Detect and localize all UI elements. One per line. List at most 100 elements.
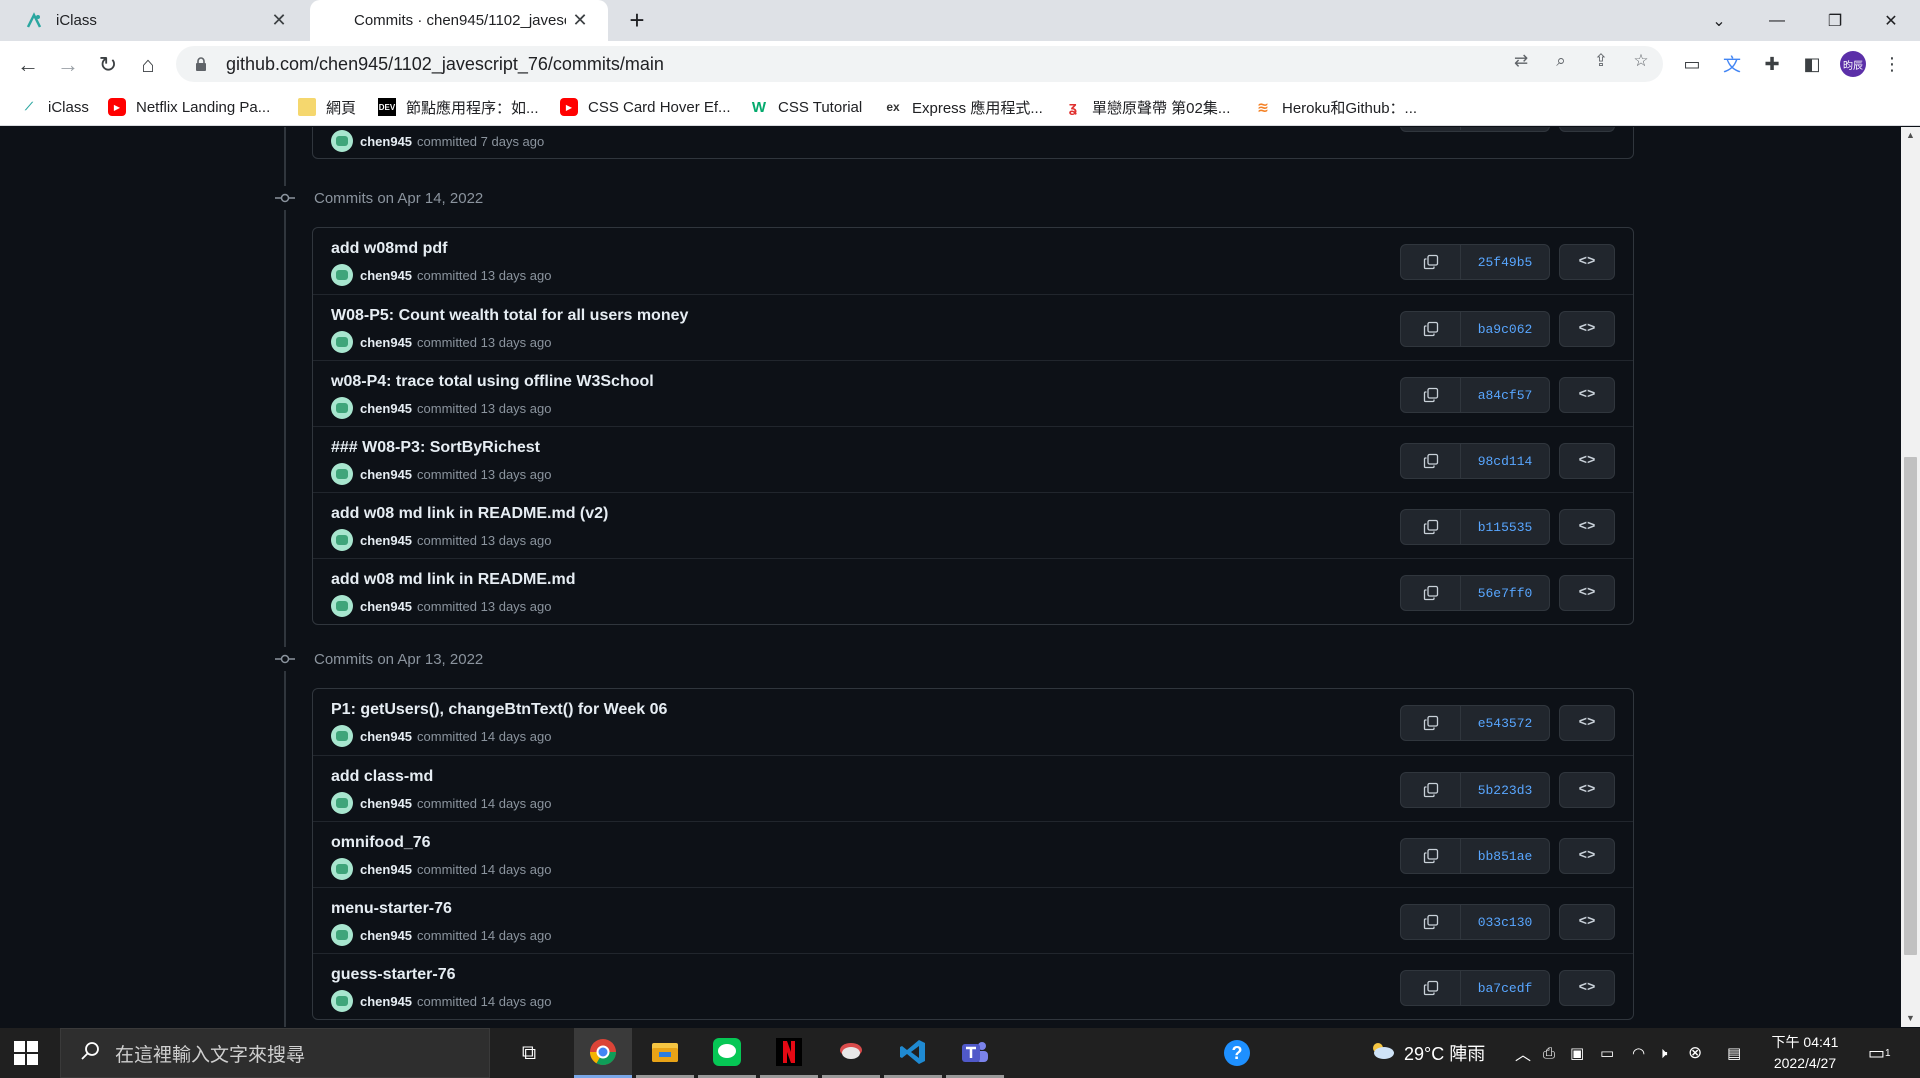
commit-message[interactable]: menu-starter-76 <box>331 900 452 918</box>
copy-icon[interactable] <box>1401 971 1461 1005</box>
bookmark-item[interactable]: ▶ Netflix Landing Pa... <box>108 96 270 118</box>
page-scrollbar[interactable]: ▲ ▼ <box>1901 127 1920 1027</box>
file-explorer-icon[interactable] <box>636 1028 694 1078</box>
browse-repo-button[interactable]: <> <box>1559 772 1615 808</box>
commit-sha-link[interactable]: ba9c062 <box>1461 312 1549 346</box>
copy-icon[interactable] <box>1401 510 1461 544</box>
copy-icon[interactable] <box>1401 312 1461 346</box>
avatar[interactable] <box>331 331 353 353</box>
meet-icon[interactable]: ⎙ <box>1543 1028 1555 1078</box>
bookmark-item[interactable]: 網頁 <box>298 96 356 118</box>
bookmark-item[interactable]: ≋ Heroku和Github：... <box>1254 96 1417 118</box>
commit-sha-link[interactable]: 98cd114 <box>1461 444 1549 478</box>
tab-commits[interactable]: Commits · chen945/1102_javescript_76 ✕ <box>310 0 608 41</box>
copy-icon[interactable] <box>1401 444 1461 478</box>
bookmark-item[interactable]: ʓ 單戀原聲帶 第02集... <box>1064 96 1230 118</box>
browse-repo-button[interactable]: <> <box>1559 443 1615 479</box>
app-icon[interactable] <box>822 1028 880 1078</box>
author-name[interactable]: chen945 <box>360 994 412 1009</box>
ime-icon[interactable]: ▤ <box>1727 1028 1741 1078</box>
browse-repo-button[interactable]: <> <box>1559 509 1615 545</box>
avatar[interactable] <box>331 529 353 551</box>
browse-repo-button[interactable]: <> <box>1559 705 1615 741</box>
back-icon[interactable]: ← <box>12 49 44 81</box>
scroll-down-arrow[interactable]: ▼ <box>1901 1010 1920 1027</box>
bookmark-item[interactable]: ⟋ iClass <box>20 96 89 118</box>
side-panel-icon[interactable]: ◧ <box>1800 52 1824 76</box>
new-tab-button[interactable]: + <box>622 5 652 35</box>
commit-row[interactable]: add w08md pdf chen945 committed 13 days ag… <box>313 228 1633 294</box>
tray-chevron-icon[interactable]: ︿ <box>1515 1028 1531 1078</box>
avatar[interactable] <box>331 990 353 1012</box>
author-name[interactable]: chen945 <box>360 533 412 548</box>
author-name[interactable]: chen945 <box>360 729 412 744</box>
help-icon[interactable]: ? <box>1208 1028 1266 1078</box>
commit-message[interactable]: add w08 md link in README.md (v2) <box>331 505 608 523</box>
commit-message[interactable]: w08-P4: trace total using offline W3Scho… <box>331 373 654 391</box>
commit-row[interactable]: omnifood_76 chen945 committed 14 days ago b… <box>313 821 1633 887</box>
author-name[interactable]: chen945 <box>360 928 412 943</box>
author-name[interactable]: chen945 <box>360 335 412 350</box>
commit-message[interactable]: add w08 md link in README.md <box>331 571 575 589</box>
copy-sha-group[interactable] <box>1400 127 1550 132</box>
zoom-icon[interactable]: ⌕ <box>1550 50 1572 72</box>
bookmark-item[interactable]: ▶ CSS Card Hover Ef... <box>560 96 731 118</box>
author-name[interactable]: chen945 <box>360 796 412 811</box>
system-clock[interactable]: 下午 04:41 2022/4/27 <box>1765 1032 1845 1074</box>
google-translate-icon[interactable]: 文 <box>1720 52 1744 76</box>
commit-row[interactable]: add class-md chen945 committed 14 days ago… <box>313 755 1633 821</box>
task-view-icon[interactable]: ⧉ <box>500 1028 558 1078</box>
bookmark-item[interactable]: DEV 節點應用程序：如... <box>378 96 539 118</box>
commit-sha-link[interactable]: 5b223d3 <box>1461 773 1549 807</box>
bookmark-item[interactable]: W CSS Tutorial <box>750 96 862 118</box>
copy-icon[interactable] <box>1401 839 1461 873</box>
browse-repo-button[interactable]: <> <box>1559 575 1615 611</box>
scroll-up-arrow[interactable]: ▲ <box>1901 127 1920 144</box>
minimize-icon[interactable]: — <box>1748 0 1806 41</box>
commit-row[interactable]: guess-starter-76 chen945 committed 14 days… <box>313 953 1633 1019</box>
close-tab-icon[interactable]: ✕ <box>566 10 594 31</box>
commit-message[interactable]: guess-starter-76 <box>331 966 456 984</box>
copy-icon[interactable] <box>1401 773 1461 807</box>
browse-repo-button[interactable]: <> <box>1559 970 1615 1006</box>
commit-sha-link[interactable]: b115535 <box>1461 510 1549 544</box>
author-name[interactable]: chen945 <box>360 862 412 877</box>
scrollbar-thumb[interactable] <box>1904 457 1917 955</box>
commit-row[interactable]: W08-P5: Count wealth total for all users… <box>313 294 1633 360</box>
teams-icon[interactable] <box>946 1028 1004 1078</box>
commit-row[interactable]: add w08 md link in README.md (v2) chen945… <box>313 492 1633 558</box>
extensions-puzzle-icon[interactable]: ✚ <box>1760 52 1784 76</box>
copy-icon[interactable] <box>1401 127 1461 130</box>
close-tab-icon[interactable]: ✕ <box>265 10 293 31</box>
screen-icon[interactable]: ▣ <box>1570 1028 1584 1078</box>
commit-sha-link[interactable]: 25f49b5 <box>1461 245 1549 279</box>
close-window-icon[interactable]: ✕ <box>1862 0 1920 41</box>
commit-sha-link[interactable]: e543572 <box>1461 706 1549 740</box>
copy-icon[interactable] <box>1401 706 1461 740</box>
browse-repo-button[interactable]: <> <box>1559 377 1615 413</box>
line-app-icon[interactable] <box>698 1028 756 1078</box>
tab-iclass[interactable]: iClass ✕ <box>0 0 307 41</box>
author-name[interactable]: chen945 <box>360 599 412 614</box>
commit-row[interactable]: P1: getUsers(), changeBtnText() for Week… <box>313 689 1633 755</box>
avatar[interactable] <box>331 397 353 419</box>
author-name[interactable]: chen945 <box>360 134 412 149</box>
vscode-icon[interactable] <box>884 1028 942 1078</box>
weather-widget[interactable]: 29°C 陣雨 <box>1368 1028 1485 1078</box>
commit-row[interactable]: chen945 committed 7 days ago <box>313 127 1633 160</box>
commit-message[interactable]: add w08md pdf <box>331 240 447 258</box>
reload-icon[interactable]: ↻ <box>92 49 124 81</box>
menu-kebab-icon[interactable]: ⋮ <box>1880 52 1904 76</box>
commit-sha-link[interactable]: 56e7ff0 <box>1461 576 1549 610</box>
netflix-icon[interactable] <box>760 1028 818 1078</box>
home-icon[interactable]: ⌂ <box>132 49 164 81</box>
restore-icon[interactable]: ❐ <box>1806 0 1864 41</box>
commit-message[interactable]: W08-P5: Count wealth total for all users… <box>331 307 688 325</box>
bookmark-item[interactable]: ex Express 應用程式... <box>884 96 1043 118</box>
bookmark-star-icon[interactable]: ☆ <box>1630 50 1652 72</box>
avatar[interactable] <box>331 792 353 814</box>
author-name[interactable]: chen945 <box>360 401 412 416</box>
copy-icon[interactable] <box>1401 378 1461 412</box>
commit-message[interactable]: P1: getUsers(), changeBtnText() for Week… <box>331 701 667 719</box>
chrome-icon[interactable] <box>574 1028 632 1078</box>
